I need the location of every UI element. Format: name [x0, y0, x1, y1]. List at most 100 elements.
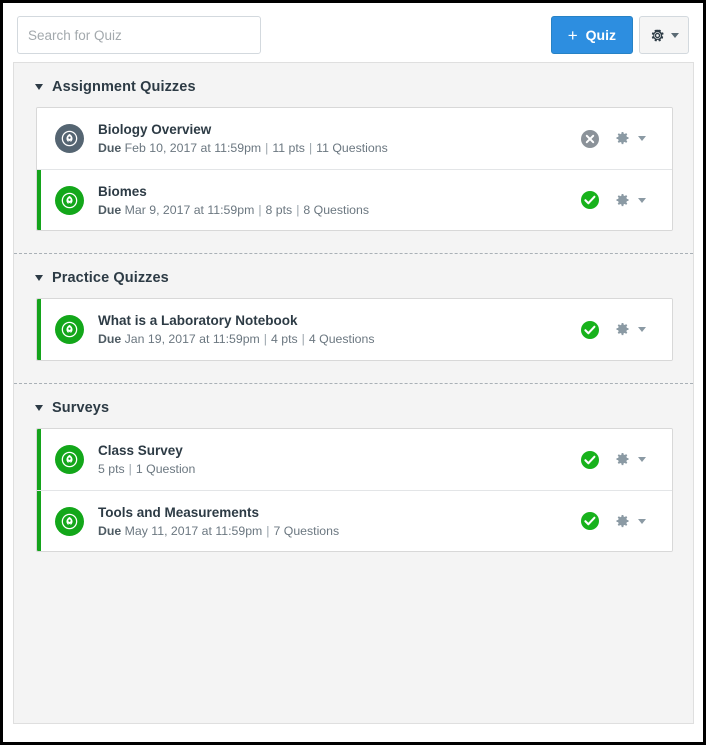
quiz-title[interactable]: Biomes [98, 183, 580, 200]
chevron-down-icon [638, 136, 646, 141]
published-check-icon[interactable] [580, 450, 600, 470]
quiz-row-text: Biomes Due Mar 9, 2017 at 11:59pm | 8 pts | 8… [98, 183, 580, 218]
quiz-groups-panel: Assignment Quizzes Biology Overview Due Fe… [13, 62, 694, 724]
quiz-row-actions [580, 511, 658, 531]
quiz-list: Class Survey 5 pts | 1 Question Tools and Me… [36, 428, 673, 552]
quiz-group-body: What is a Laboratory Notebook Due Jan 19,… [14, 298, 693, 383]
quiz-row-menu-button[interactable] [615, 131, 646, 146]
meta-separator: | [265, 141, 269, 155]
due-label: Due [98, 141, 122, 155]
chevron-down-icon [35, 275, 43, 281]
quiz-row-text: Biology Overview Due Feb 10, 2017 at 11:5… [98, 121, 580, 156]
points-value: 4 pts [271, 332, 298, 346]
published-check-icon[interactable] [580, 320, 600, 340]
question-count: 7 Questions [273, 523, 340, 538]
quiz-row[interactable]: Class Survey 5 pts | 1 Question [37, 429, 672, 490]
question-count: 1 Question [135, 462, 196, 476]
quiz-title[interactable]: What is a Laboratory Notebook [98, 312, 580, 329]
quiz-rocket-icon [55, 315, 84, 344]
gear-icon [615, 452, 630, 467]
add-quiz-label: Quiz [585, 27, 616, 43]
points-value: 11 pts [272, 141, 305, 155]
quizzes-toolbar: + Quiz [3, 3, 703, 61]
quiz-list: What is a Laboratory Notebook Due Jan 19,… [36, 298, 673, 361]
search-input[interactable] [17, 16, 261, 54]
quiz-meta: Due Mar 9, 2017 at 11:59pm | 8 pts | 8 Quest… [98, 202, 580, 218]
chevron-down-icon [638, 457, 646, 462]
chevron-down-icon [35, 84, 43, 90]
quiz-title[interactable]: Biology Overview [98, 121, 580, 138]
toolbar-actions: + Quiz [550, 16, 689, 54]
gear-icon [615, 131, 630, 146]
chevron-down-icon [670, 32, 679, 38]
quiz-row[interactable]: Biomes Due Mar 9, 2017 at 11:59pm | 8 pts | 8… [37, 169, 672, 230]
due-date: Feb 10, 2017 at 11:59pm [124, 141, 262, 155]
points-value: 8 pts [265, 202, 293, 217]
quiz-row-menu-button[interactable] [615, 193, 646, 208]
quiz-group-title: Assignment Quizzes [52, 79, 196, 95]
quiz-meta: Due Jan 19, 2017 at 11:59pm | 4 pts | 4 Ques… [98, 331, 580, 347]
chevron-down-icon [638, 518, 646, 524]
due-label: Due [98, 202, 122, 217]
quiz-row[interactable]: What is a Laboratory Notebook Due Jan 19,… [37, 299, 672, 360]
quizzes-settings-button[interactable] [639, 16, 689, 54]
quiz-rocket-icon [55, 124, 84, 153]
quiz-title[interactable]: Tools and Measurements [98, 504, 580, 521]
quiz-row-menu-button[interactable] [615, 514, 646, 529]
quiz-meta: Due May 11, 2017 at 11:59pm | 7 Questions [98, 523, 580, 539]
quiz-row-actions [580, 190, 658, 210]
due-date: Mar 9, 2017 at 11:59pm [124, 202, 255, 217]
quiz-row[interactable]: Biology Overview Due Feb 10, 2017 at 11:5… [37, 108, 672, 169]
question-count: 8 Questions [303, 202, 370, 217]
quiz-rocket-icon [55, 445, 84, 474]
chevron-down-icon [35, 405, 43, 411]
meta-separator: | [308, 141, 313, 155]
unpublished-x-icon[interactable] [580, 129, 600, 149]
published-check-icon[interactable] [580, 511, 600, 531]
question-count: 4 Questions [308, 332, 375, 346]
quiz-group-header[interactable]: Practice Quizzes [14, 254, 693, 298]
published-check-icon[interactable] [580, 190, 600, 210]
meta-separator: | [258, 202, 262, 217]
gear-icon [615, 193, 630, 208]
gear-icon [615, 322, 630, 337]
meta-separator: | [296, 202, 300, 217]
meta-separator: | [128, 462, 132, 476]
due-label: Due [98, 332, 122, 346]
gear-icon [650, 28, 665, 43]
quiz-row-actions [580, 129, 658, 149]
quiz-meta: Due Feb 10, 2017 at 11:59pm | 11 pts | 11 Qu… [98, 140, 580, 156]
points-value: 5 pts [98, 462, 125, 476]
add-quiz-button[interactable]: + Quiz [550, 16, 633, 54]
quiz-row-text: What is a Laboratory Notebook Due Jan 19,… [98, 312, 580, 347]
plus-icon: + [567, 25, 578, 45]
quiz-group-title: Surveys [52, 400, 110, 416]
quiz-group-header[interactable]: Surveys [14, 384, 693, 428]
quiz-row-actions [580, 450, 658, 470]
quiz-group-title: Practice Quizzes [52, 270, 169, 286]
chevron-down-icon [638, 197, 646, 203]
meta-separator: | [263, 332, 267, 346]
quiz-row[interactable]: Tools and Measurements Due May 11, 2017 a… [37, 490, 672, 551]
quiz-row-menu-button[interactable] [615, 322, 646, 337]
meta-separator: | [266, 523, 270, 538]
meta-separator: | [301, 332, 305, 346]
chevron-down-icon [638, 327, 646, 332]
quiz-list: Biology Overview Due Feb 10, 2017 at 11:5… [36, 107, 673, 231]
quiz-group-header[interactable]: Assignment Quizzes [14, 63, 693, 107]
quiz-group-body: Class Survey 5 pts | 1 Question Tools and Me… [14, 428, 693, 574]
quiz-group-body: Biology Overview Due Feb 10, 2017 at 11:5… [14, 107, 693, 253]
quiz-row-text: Tools and Measurements Due May 11, 2017 a… [98, 504, 580, 539]
question-count: 11 Questions [316, 141, 388, 155]
quiz-group: Surveys Class Survey 5 pts | 1 Question Tools… [14, 383, 693, 574]
quiz-row-menu-button[interactable] [615, 452, 646, 467]
due-label: Due [98, 523, 122, 538]
quiz-row-actions [580, 320, 658, 340]
quizzes-page: + Quiz Assignment Quizzes Biology Overvie… [0, 0, 706, 745]
quiz-rocket-icon [55, 506, 84, 536]
due-date: Jan 19, 2017 at 11:59pm [124, 332, 260, 346]
quiz-group: Assignment Quizzes Biology Overview Due Fe… [14, 63, 693, 253]
quiz-title[interactable]: Class Survey [98, 442, 580, 459]
quiz-meta: 5 pts | 1 Question [98, 461, 580, 477]
gear-icon [615, 514, 630, 529]
